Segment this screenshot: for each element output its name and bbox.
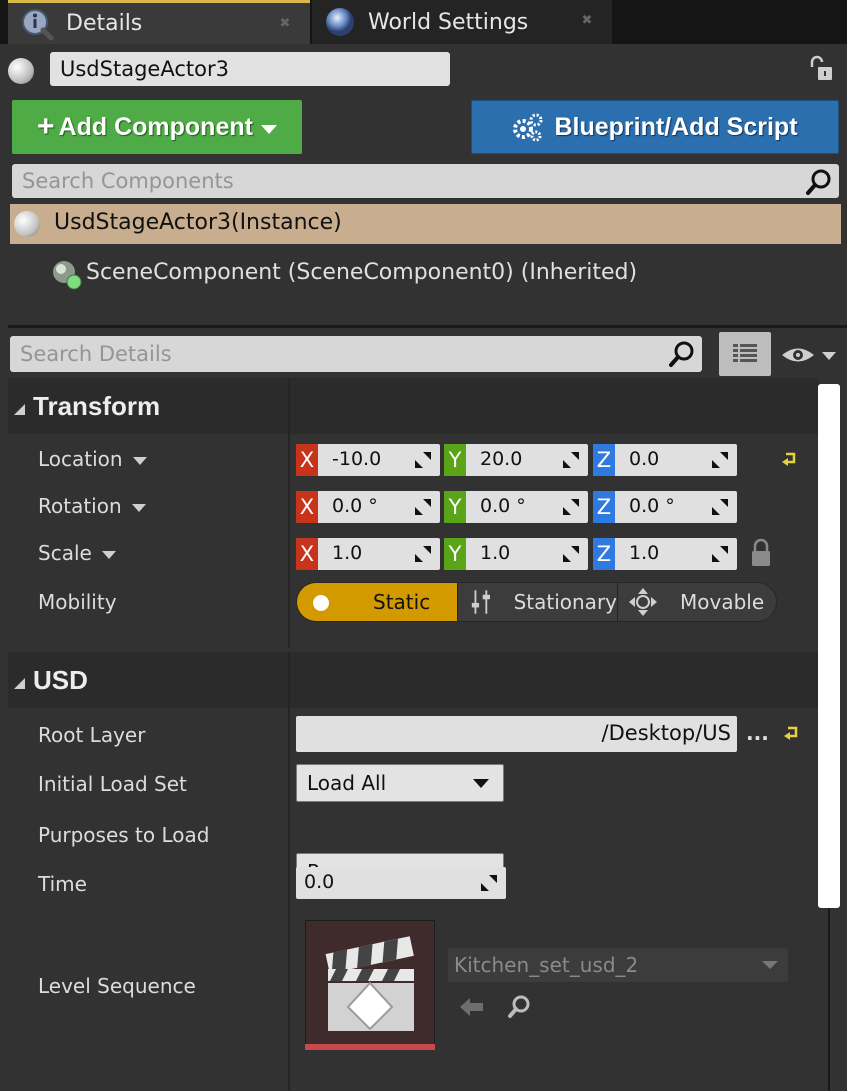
scale-z-field[interactable]: Z 1.0 [593, 538, 737, 570]
scene-component-icon [53, 261, 82, 290]
component-child-label: SceneComponent (SceneComponent0) (Inheri… [86, 260, 638, 285]
property-matrix-button[interactable] [719, 332, 771, 376]
component-row-selected[interactable]: UsdStageActor3(Instance) [10, 204, 841, 244]
unlock-icon[interactable] [806, 54, 836, 84]
time-field[interactable]: 0.0 [296, 867, 506, 899]
column-separator[interactable] [288, 652, 290, 1091]
rotation-x-field[interactable]: X 0.0 ° [296, 491, 440, 523]
location-label[interactable]: Location [38, 447, 147, 471]
drag-arrows-icon [481, 875, 497, 891]
grid-icon [733, 344, 757, 362]
level-sequence-picker[interactable]: Kitchen_set_usd_2 [448, 948, 788, 982]
category-transform-label: Transform [33, 390, 161, 421]
component-selected-label: UsdStageActor3(Instance) [54, 210, 342, 235]
asset-type-color-bar [305, 1044, 435, 1050]
location-z-field[interactable]: Z 0.0 [593, 444, 737, 476]
tab-world-settings[interactable]: World Settings ✖ [312, 0, 612, 44]
mobility-static-option[interactable]: Static [297, 583, 457, 621]
location-y-field[interactable]: Y 20.0 [444, 444, 588, 476]
scale-x-field[interactable]: X 1.0 [296, 538, 440, 570]
chevron-down-icon [132, 456, 147, 465]
eye-icon[interactable] [780, 342, 840, 368]
actor-sphere-icon [14, 211, 40, 237]
move-arrows-icon [629, 588, 657, 616]
details-search-input[interactable] [10, 336, 702, 372]
tab-details-label: Details [66, 11, 143, 36]
search-icon[interactable] [668, 340, 696, 368]
tab-world-settings-label: World Settings [368, 9, 529, 35]
mobility-label: Mobility [38, 590, 117, 614]
scale-y-field[interactable]: Y 1.0 [444, 538, 588, 570]
column-separator[interactable] [288, 378, 290, 648]
collapse-arrow-icon [14, 403, 25, 415]
time-label: Time [38, 872, 87, 896]
root-layer-label: Root Layer [38, 723, 146, 747]
add-component-label: Add Component [58, 112, 253, 141]
circle-icon [313, 595, 329, 611]
dropdown-arrow-icon [473, 779, 489, 788]
drag-arrows-icon [563, 546, 579, 562]
actor-icon [8, 58, 34, 84]
sliders-icon [471, 590, 490, 614]
reset-to-default-icon[interactable] [784, 725, 802, 741]
globe-icon [326, 8, 354, 36]
drag-arrows-icon [563, 499, 579, 515]
drag-arrows-icon [563, 452, 579, 468]
tab-details[interactable]: Details ✖ [8, 0, 310, 44]
scrollbar-track [828, 908, 830, 1091]
dropdown-arrow-icon [762, 961, 778, 969]
gears-icon [513, 113, 543, 142]
use-selected-arrow-icon[interactable] [458, 995, 486, 1019]
chevron-down-icon [260, 124, 277, 134]
root-layer-field[interactable]: /Desktop/US [296, 716, 737, 752]
mobility-stationary-option[interactable]: Stationary [457, 583, 617, 621]
add-component-button[interactable]: + Add Component [12, 100, 302, 154]
category-usd-label: USD [33, 664, 88, 695]
drag-arrows-icon [415, 452, 431, 468]
close-icon[interactable]: ✖ [580, 14, 594, 28]
collapse-arrow-icon [14, 677, 25, 689]
divider [8, 325, 847, 328]
mobility-toggle-group: Static Stationary Movable [296, 582, 777, 622]
initial-load-set-label: Initial Load Set [38, 772, 187, 796]
browse-button[interactable]: ... [746, 721, 769, 745]
reset-to-default-icon[interactable] [782, 451, 800, 467]
search-icon[interactable] [805, 168, 833, 196]
details-search-box [10, 336, 702, 372]
drag-arrows-icon [712, 499, 728, 515]
blueprint-add-script-button[interactable]: Blueprint/Add Script [471, 100, 839, 154]
drag-arrows-icon [415, 499, 431, 515]
category-transform-header[interactable]: Transform [8, 378, 818, 434]
lock-icon[interactable] [750, 538, 772, 568]
clapperboard-icon [325, 936, 414, 1031]
initial-load-set-dropdown[interactable]: Load All [296, 764, 504, 802]
actor-name-field[interactable]: UsdStageActor3 [50, 52, 450, 86]
drag-arrows-icon [712, 546, 728, 562]
chevron-down-icon [101, 550, 116, 559]
rotation-z-field[interactable]: Z 0.0 ° [593, 491, 737, 523]
level-sequence-label: Level Sequence [38, 974, 196, 998]
plus-icon: + [37, 110, 55, 143]
drag-arrows-icon [415, 546, 431, 562]
rotation-y-field[interactable]: Y 0.0 ° [444, 491, 588, 523]
location-x-field[interactable]: X -10.0 [296, 444, 440, 476]
blueprint-label: Blueprint/Add Script [554, 112, 798, 141]
chevron-down-icon [131, 503, 146, 512]
info-icon [22, 8, 54, 40]
purposes-to-load-label: Purposes to Load [38, 823, 210, 847]
mobility-movable-option[interactable]: Movable [617, 583, 776, 621]
component-search-box [12, 164, 839, 198]
close-icon[interactable]: ✖ [278, 17, 292, 31]
drag-arrows-icon [712, 452, 728, 468]
category-usd-header[interactable]: USD [8, 652, 818, 708]
scrollbar-thumb[interactable] [818, 384, 840, 908]
browse-search-icon[interactable] [506, 993, 534, 1021]
component-search-input[interactable] [12, 164, 839, 198]
rotation-label[interactable]: Rotation [38, 494, 146, 518]
level-sequence-thumbnail[interactable] [305, 920, 435, 1050]
scale-label[interactable]: Scale [38, 541, 116, 565]
